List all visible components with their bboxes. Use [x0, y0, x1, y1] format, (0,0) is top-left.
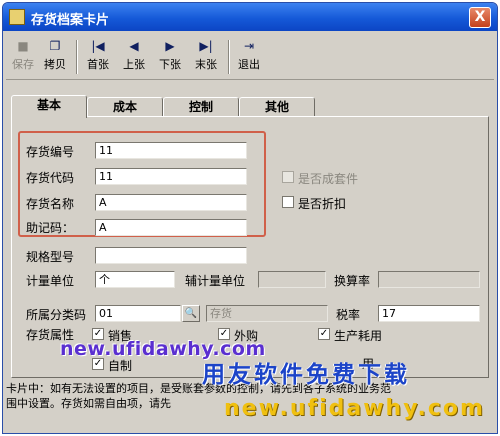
first-record-button[interactable]: |◀ 首张: [82, 38, 114, 76]
title-bar[interactable]: 存货档案卡片 X: [3, 3, 497, 31]
inventory-alias-field[interactable]: 11: [95, 168, 247, 185]
is-discount-label: 是否折扣: [298, 197, 347, 211]
spec-model-field[interactable]: [95, 247, 247, 264]
inventory-code-label: 存货编号: [26, 145, 75, 159]
save-button-label: 保存: [12, 58, 34, 71]
category-name-field: 存货: [206, 305, 328, 322]
next-record-icon: ▶: [165, 39, 175, 53]
tab-basic[interactable]: 基本: [11, 95, 87, 118]
toolbar-separator: [76, 40, 78, 74]
toolbar-separator: [228, 40, 230, 74]
spec-model-label: 规格型号: [26, 250, 75, 264]
inventory-code-field[interactable]: 11: [95, 142, 247, 159]
tax-rate-label: 税率: [336, 308, 361, 322]
search-icon: 🔍: [184, 308, 198, 319]
is-kit-checkbox[interactable]: [282, 171, 294, 183]
category-code-label: 所属分类码: [26, 308, 87, 322]
save-button[interactable]: ■ 保存: [8, 38, 38, 76]
aux-unit-field[interactable]: [258, 271, 326, 288]
conversion-rate-label: 换算率: [334, 274, 371, 288]
attr-production-checkbox[interactable]: ✓: [318, 328, 330, 340]
last-record-button[interactable]: ▶| 末张: [190, 38, 222, 76]
next-record-button-label: 下张: [159, 58, 181, 71]
inventory-name-field[interactable]: A: [95, 194, 247, 211]
exit-button-label: 退出: [238, 58, 260, 71]
copy-icon: ❐: [49, 39, 61, 53]
unit-field[interactable]: 个: [95, 271, 175, 288]
aux-unit-label: 辅计量单位: [185, 274, 246, 288]
is-discount-checkbox[interactable]: [282, 196, 294, 208]
exit-icon: ⇥: [243, 39, 255, 53]
watermark-url-secondary: new.ufidawhy.com: [224, 396, 485, 421]
next-record-button[interactable]: ▶ 下张: [154, 38, 186, 76]
tab-control[interactable]: 控制: [163, 97, 239, 117]
tab-other[interactable]: 其他: [239, 97, 315, 117]
previous-record-button-label: 上张: [123, 58, 145, 71]
conversion-rate-field[interactable]: [378, 271, 480, 288]
save-icon: ■: [17, 39, 29, 53]
tab-cost[interactable]: 成本: [87, 97, 163, 117]
first-record-button-label: 首张: [87, 58, 109, 71]
previous-record-button[interactable]: ◀ 上张: [118, 38, 150, 76]
inventory-name-label: 存货名称: [26, 197, 75, 211]
previous-record-icon: ◀: [129, 39, 139, 53]
attr-production-label: 生产耗用: [334, 329, 383, 343]
copy-button-label: 拷贝: [44, 58, 66, 71]
last-record-button-label: 末张: [195, 58, 217, 71]
mnemonic-code-label: 助记码：: [26, 221, 75, 235]
app-icon: [9, 9, 25, 25]
category-lookup-button[interactable]: 🔍: [182, 305, 200, 322]
inventory-alias-label: 存货代码: [26, 171, 75, 185]
copy-button[interactable]: ❐ 拷贝: [40, 38, 70, 76]
window-title: 存货档案卡片: [31, 13, 110, 28]
unit-label: 计量单位: [26, 274, 75, 288]
first-record-icon: |◀: [91, 39, 105, 53]
toolbar: ■ 保存 ❐ 拷贝 |◀ 首张 ◀ 上张 ▶ 下张 ▶| 末张 ⇥ 退出: [6, 34, 494, 80]
mnemonic-code-field[interactable]: A: [95, 219, 247, 236]
is-kit-label: 是否成套件: [298, 172, 359, 186]
last-record-icon: ▶|: [199, 39, 213, 53]
watermark-slogan: 用友软件免费下载: [202, 362, 410, 388]
exit-button[interactable]: ⇥ 退出: [234, 38, 264, 76]
close-button[interactable]: X: [469, 7, 491, 28]
category-code-field[interactable]: 01: [95, 305, 181, 322]
tax-rate-field[interactable]: 17: [378, 305, 480, 322]
